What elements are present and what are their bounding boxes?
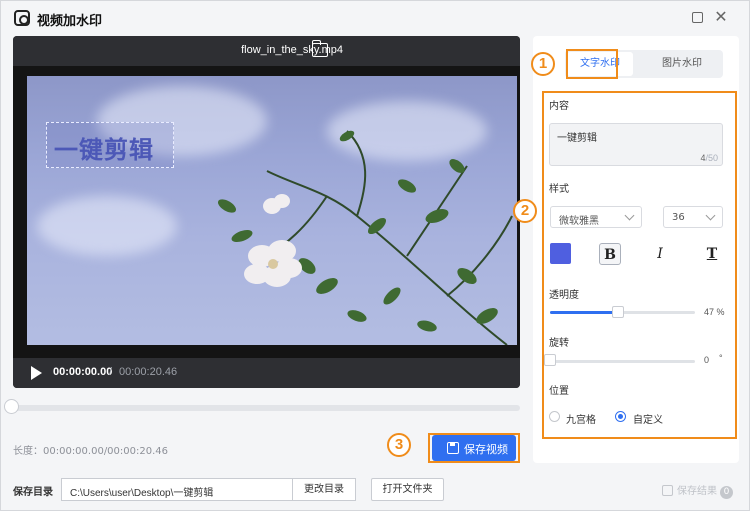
player-controls: 00:00:00.00 / 00:00:20.46	[13, 358, 520, 388]
save-results-label: 保存结果	[677, 486, 717, 497]
open-folder-button[interactable]: 打开文件夹	[371, 478, 444, 501]
annotation-number-1: 1	[531, 52, 555, 76]
app-logo-icon	[14, 10, 30, 26]
save-results[interactable]: 保存结果 0	[662, 482, 733, 499]
save-results-count: 0	[720, 486, 733, 499]
player-header: flow_in_the_sky.mp4	[13, 36, 520, 66]
save-path-field[interactable]: C:\Users\user\Desktop\一键剪辑	[61, 478, 293, 501]
length-text: 长度：00:00:00.00/00:00:20.46	[13, 446, 168, 457]
timeline-handle[interactable]	[4, 399, 19, 414]
play-icon[interactable]	[31, 366, 42, 380]
save-dir-label: 保存目录	[13, 487, 53, 498]
title-bar: 视频加水印 ✕	[1, 1, 749, 35]
watermark-overlay[interactable]: 一键剪辑	[46, 122, 174, 168]
annotation-rect-2	[542, 91, 737, 439]
maximize-icon[interactable]	[689, 9, 705, 25]
check-icon	[662, 485, 673, 496]
annotation-rect-3	[428, 433, 520, 463]
change-dir-button[interactable]: 更改目录	[292, 478, 356, 501]
video-preview[interactable]: 一键剪辑	[27, 76, 517, 345]
current-time: 00:00:00.00	[53, 366, 113, 378]
flower-plant-image	[217, 130, 513, 345]
timeline-track[interactable]	[13, 405, 520, 411]
window-title: 视频加水印	[37, 14, 103, 29]
watermark-text: 一键剪辑	[54, 136, 154, 164]
annotation-rect-1	[566, 49, 618, 79]
total-time: 00:00:20.46	[119, 366, 178, 378]
annotation-number-2: 2	[513, 199, 537, 223]
close-icon[interactable]: ✕	[713, 9, 729, 25]
tab-image-watermark[interactable]: 图片水印	[643, 52, 721, 76]
video-player: flow_in_the_sky.mp4 一键剪辑 00:00:00.00 / 0…	[13, 36, 520, 388]
video-filename: flow_in_the_sky.mp4	[241, 44, 343, 56]
time-separator: /	[109, 366, 113, 378]
change-file-icon[interactable]	[312, 40, 328, 57]
annotation-number-3: 3	[387, 433, 411, 457]
app-window: 视频加水印 ✕ flow_in_the_sky.mp4 一键剪辑 00:00:0…	[0, 0, 750, 511]
